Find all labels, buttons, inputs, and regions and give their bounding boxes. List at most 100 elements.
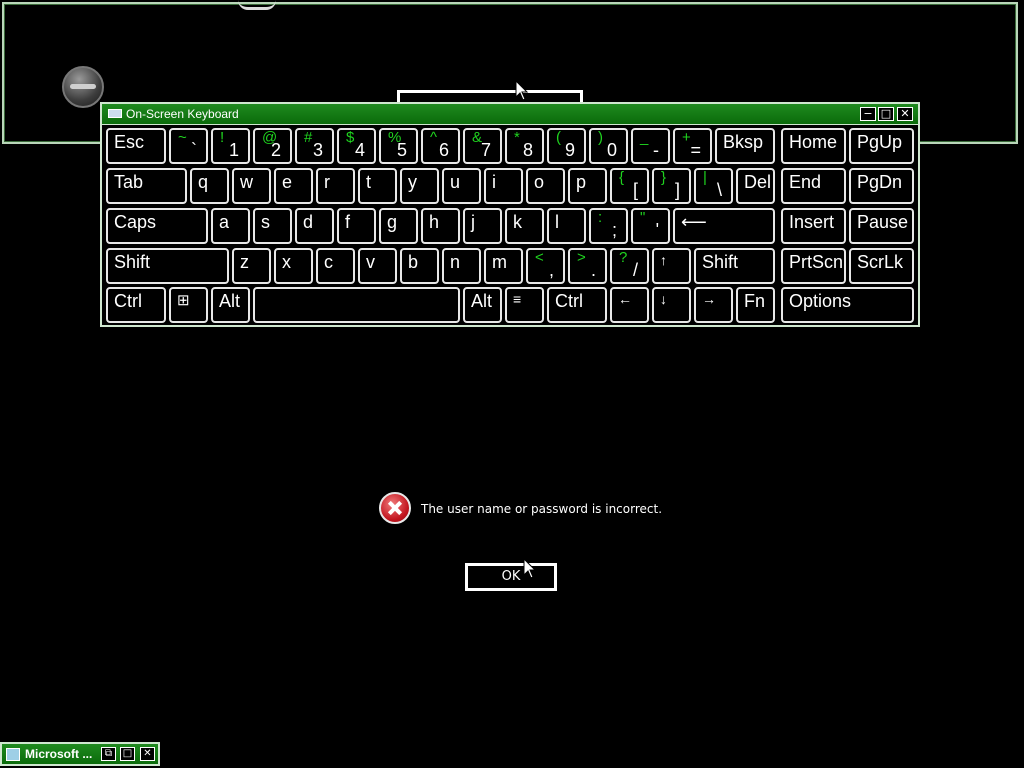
key-z[interactable]: z — [232, 248, 271, 284]
key-1[interactable]: ! 1 — [211, 128, 250, 164]
key-0[interactable]: ) 0 — [589, 128, 628, 164]
key-3[interactable]: #3 — [295, 128, 334, 164]
windows-logo-icon: ⊞ — [177, 292, 190, 309]
error-message: The user name or password is incorrect. — [421, 502, 663, 516]
key-end[interactable]: End — [781, 168, 846, 204]
key-backspace[interactable]: Bksp — [715, 128, 775, 164]
key-minus[interactable]: _ - — [631, 128, 670, 164]
key-f[interactable]: f — [337, 208, 376, 244]
menu-icon: ≡ — [513, 291, 522, 307]
key-insert[interactable]: Insert — [781, 208, 846, 244]
key-delete[interactable]: Del — [736, 168, 775, 204]
key-c[interactable]: c — [316, 248, 355, 284]
mouse-cursor-icon — [523, 558, 537, 579]
ok-button[interactable]: OK — [465, 563, 557, 591]
key-s[interactable]: s — [253, 208, 292, 244]
maximize-button[interactable]: □ — [878, 107, 894, 121]
key-r[interactable]: r — [316, 168, 355, 204]
minimized-window-bar[interactable]: Microsoft ... ⧉ □ ✕ — [0, 742, 160, 766]
minimize-button[interactable]: − — [860, 107, 876, 121]
key-m[interactable]: m — [484, 248, 523, 284]
key-8[interactable]: * 8 — [505, 128, 544, 164]
key-u[interactable]: u — [442, 168, 481, 204]
restore-button[interactable]: ⧉ — [101, 747, 116, 761]
key-enter[interactable]: ⟵ — [673, 208, 775, 244]
key-semicolon[interactable]: :; — [589, 208, 628, 244]
key-grave[interactable]: ~ ` — [169, 128, 208, 164]
key-o[interactable]: o — [526, 168, 565, 204]
key-v[interactable]: v — [358, 248, 397, 284]
key-b[interactable]: b — [400, 248, 439, 284]
close-button[interactable]: ✕ — [140, 747, 155, 761]
key-pgdn[interactable]: PgDn — [849, 168, 914, 204]
key-esc[interactable]: Esc — [106, 128, 166, 164]
key-2[interactable]: @2 — [253, 128, 292, 164]
key-options[interactable]: Options — [781, 287, 914, 323]
key-j[interactable]: j — [463, 208, 502, 244]
key-l[interactable]: l — [547, 208, 586, 244]
key-h[interactable]: h — [421, 208, 460, 244]
key-t[interactable]: t — [358, 168, 397, 204]
key-quote[interactable]: " ' — [631, 208, 670, 244]
on-screen-keyboard-window: On-Screen Keyboard − □ ✕ Esc ~ ` ! 1 @2 #3… — [100, 102, 920, 327]
key-q[interactable]: q — [190, 168, 229, 204]
key-d[interactable]: d — [295, 208, 334, 244]
key-equal[interactable]: + = — [673, 128, 712, 164]
key-k[interactable]: k — [505, 208, 544, 244]
key-scrlk[interactable]: ScrLk — [849, 248, 914, 284]
key-4[interactable]: $4 — [337, 128, 376, 164]
key-left-bracket[interactable]: {[ — [610, 168, 649, 204]
key-fn[interactable]: Fn — [736, 287, 775, 323]
key-x[interactable]: x — [274, 248, 313, 284]
key-5[interactable]: % 5 — [379, 128, 418, 164]
app-icon — [6, 748, 20, 761]
mouse-cursor-icon — [515, 80, 529, 101]
key-ctrl-right[interactable]: Ctrl — [547, 287, 607, 323]
user-orb-icon[interactable] — [62, 66, 104, 108]
key-alt-left[interactable]: Alt — [211, 287, 250, 323]
key-period[interactable]: >. — [568, 248, 607, 284]
key-home[interactable]: Home — [781, 128, 846, 164]
key-space[interactable] — [253, 287, 460, 323]
key-prtscn[interactable]: PrtScn — [781, 248, 846, 284]
key-6[interactable]: ^ 6 — [421, 128, 460, 164]
key-y[interactable]: y — [400, 168, 439, 204]
key-e[interactable]: e — [274, 168, 313, 204]
key-pgup[interactable]: PgUp — [849, 128, 914, 164]
key-n[interactable]: n — [442, 248, 481, 284]
key-comma[interactable]: <, — [526, 248, 565, 284]
key-slash[interactable]: ? / — [610, 248, 649, 284]
up-arrow-icon: ↑ — [660, 252, 667, 268]
close-button[interactable]: ✕ — [897, 107, 913, 121]
left-arrow-icon: ← — [618, 291, 632, 307]
right-arrow-icon: → — [702, 291, 716, 307]
osk-title: On-Screen Keyboard — [126, 107, 239, 121]
key-shift-left[interactable]: Shift — [106, 248, 229, 284]
key-right-bracket[interactable]: }] — [652, 168, 691, 204]
osk-titlebar[interactable]: On-Screen Keyboard − □ ✕ — [102, 104, 918, 125]
key-backslash[interactable]: | \ — [694, 168, 733, 204]
key-down-arrow[interactable]: ↓ — [652, 287, 691, 323]
key-shift-right[interactable]: Shift — [694, 248, 775, 284]
key-up-arrow[interactable]: ↑ — [652, 248, 691, 284]
key-a[interactable]: a — [211, 208, 250, 244]
key-g[interactable]: g — [379, 208, 418, 244]
key-ctrl-left[interactable]: Ctrl — [106, 287, 166, 323]
key-w[interactable]: w — [232, 168, 271, 204]
key-9[interactable]: (9 — [547, 128, 586, 164]
key-7[interactable]: & 7 — [463, 128, 502, 164]
background-window-notch — [238, 0, 276, 10]
key-windows[interactable]: ⊞ — [169, 287, 208, 323]
key-caps[interactable]: Caps — [106, 208, 208, 244]
key-menu[interactable]: ≡ — [505, 287, 544, 323]
key-p[interactable]: p — [568, 168, 607, 204]
key-alt-right[interactable]: Alt — [463, 287, 502, 323]
enter-arrow-icon: ⟵ — [681, 212, 707, 232]
key-tab[interactable]: Tab — [106, 168, 187, 204]
key-left-arrow[interactable]: ← — [610, 287, 649, 323]
key-i[interactable]: i — [484, 168, 523, 204]
key-pause[interactable]: Pause — [849, 208, 914, 244]
key-right-arrow[interactable]: → — [694, 287, 733, 323]
maximize-button[interactable]: □ — [120, 747, 135, 761]
down-arrow-icon: ↓ — [660, 291, 667, 307]
